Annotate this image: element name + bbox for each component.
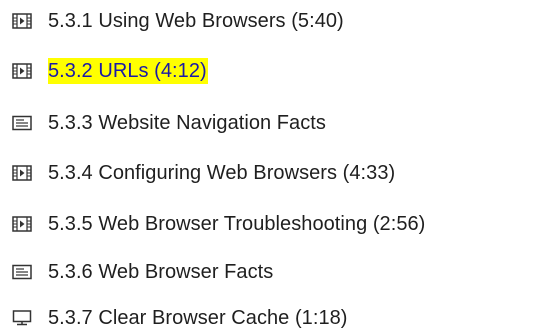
course-item-video-current[interactable]: 5.3.2 URLs (4:12) xyxy=(12,56,208,86)
course-item-document[interactable]: 5.3.3 Website Navigation Facts xyxy=(12,108,326,138)
document-icon xyxy=(12,264,32,280)
course-item-video[interactable]: 5.3.5 Web Browser Troubleshooting (2:56) xyxy=(12,209,425,239)
video-icon xyxy=(12,63,32,79)
course-item-video[interactable]: 5.3.4 Configuring Web Browsers (4:33) xyxy=(12,158,395,188)
course-item-label[interactable]: 5.3.2 URLs (4:12) xyxy=(48,58,208,84)
course-item-video[interactable]: 5.3.1 Using Web Browsers (5:40) xyxy=(12,6,344,36)
course-item-label[interactable]: 5.3.7 Clear Browser Cache (1:18) xyxy=(48,305,348,331)
course-section-list: 5.3.1 Using Web Browsers (5:40) 5.3.2 UR… xyxy=(0,0,543,331)
computer-icon xyxy=(12,310,32,326)
course-item-label[interactable]: 5.3.1 Using Web Browsers (5:40) xyxy=(48,8,344,34)
video-icon xyxy=(12,165,32,181)
course-item-document[interactable]: 5.3.6 Web Browser Facts xyxy=(12,257,273,287)
course-item-label[interactable]: 5.3.6 Web Browser Facts xyxy=(48,259,273,285)
course-item-label[interactable]: 5.3.3 Website Navigation Facts xyxy=(48,110,326,136)
course-item-label[interactable]: 5.3.4 Configuring Web Browsers (4:33) xyxy=(48,160,395,186)
course-item-lab[interactable]: 5.3.7 Clear Browser Cache (1:18) xyxy=(12,303,348,333)
document-icon xyxy=(12,115,32,131)
video-icon xyxy=(12,216,32,232)
course-item-label[interactable]: 5.3.5 Web Browser Troubleshooting (2:56) xyxy=(48,211,425,237)
video-icon xyxy=(12,13,32,29)
